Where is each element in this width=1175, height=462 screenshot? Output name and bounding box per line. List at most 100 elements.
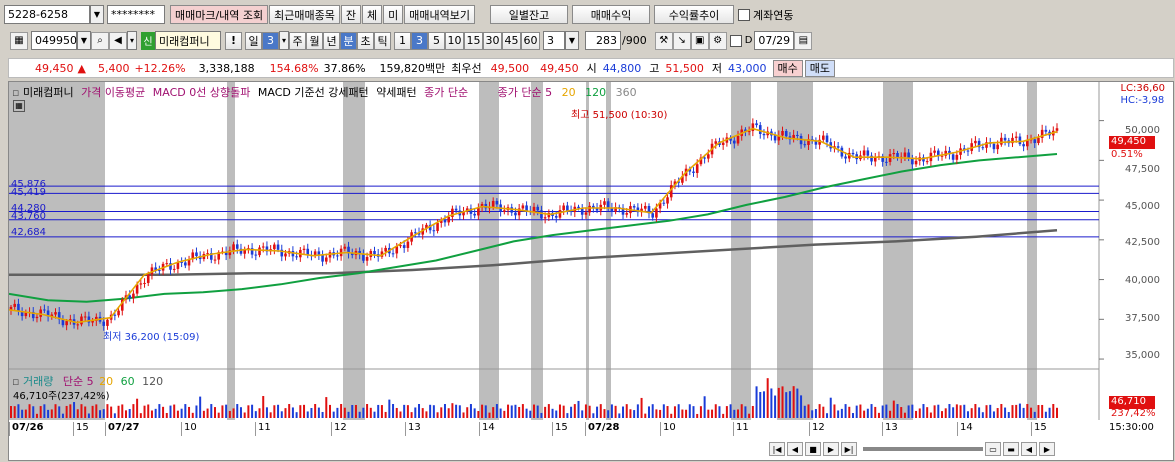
volume-bar <box>766 378 769 418</box>
interval-3[interactable]: 3 <box>411 31 428 50</box>
volume-bar <box>228 410 231 418</box>
candle-up <box>436 222 439 231</box>
bar-count-input[interactable]: 283 <box>585 31 621 50</box>
volume-bar <box>128 408 131 418</box>
account-dropdown-icon[interactable]: ▼ <box>90 5 104 24</box>
date-checkbox[interactable] <box>729 34 742 47</box>
volume-bar <box>429 404 432 418</box>
recent-items-button[interactable]: 최근매매종목 <box>269 5 340 24</box>
period-dropdown-icon[interactable]: ▾ <box>279 31 289 50</box>
interval-dropdown-icon[interactable]: ▼ <box>565 31 579 50</box>
x-tick-label: 15 <box>552 422 568 436</box>
date-input[interactable]: 07/29 <box>754 31 795 50</box>
candle-down <box>951 154 955 160</box>
volume-bar <box>955 404 958 418</box>
stock-name-field: 미래컴퍼니 <box>155 31 221 50</box>
period-day-count[interactable]: 3 <box>262 31 279 50</box>
candle-down <box>362 254 365 261</box>
buy-button[interactable]: 매수 <box>772 59 803 77</box>
period-day[interactable]: 일 <box>245 31 262 50</box>
scroll-right-icon[interactable]: ▶ <box>1039 442 1055 456</box>
candle-down <box>373 250 376 255</box>
volume-bar <box>599 404 602 418</box>
interval-input[interactable]: 3 <box>543 31 565 50</box>
zoom-slider[interactable] <box>863 447 983 451</box>
scroll-left-icon[interactable]: ◀ <box>1021 442 1037 456</box>
code-dropdown-icon[interactable]: ▼ <box>77 31 91 50</box>
volume-bar <box>870 404 873 418</box>
volume-bar <box>32 406 35 418</box>
filled-button[interactable]: 체 <box>362 5 383 24</box>
volume-bar <box>837 410 840 418</box>
candle-up <box>503 210 506 212</box>
balance-button[interactable]: 잔 <box>340 5 362 24</box>
period-month[interactable]: 월 <box>306 31 323 50</box>
volume-bar <box>395 407 398 418</box>
first-icon[interactable]: |◀ <box>769 442 785 456</box>
daily-balance-button[interactable]: 일별잔고 <box>490 5 569 24</box>
period-minute[interactable]: 분 <box>340 31 357 50</box>
volume-bar <box>1041 404 1044 418</box>
trade-history-button[interactable]: 매매내역보기 <box>404 5 476 24</box>
alert-icon[interactable]: ! <box>225 31 242 50</box>
volume-bar <box>143 405 146 418</box>
chart-panel[interactable]: ▫ 미래컴퍼니 가격 이동평균 MACD 0선 상향돌파 MACD 기준선 강세… <box>8 81 1174 461</box>
zoom-out-icon[interactable]: ▭ <box>985 442 1001 456</box>
candle-down <box>254 254 258 256</box>
grid-toggle-icon[interactable]: ▦ <box>13 100 25 112</box>
period-week[interactable]: 주 <box>289 31 306 50</box>
volume-bar <box>406 405 409 418</box>
interval-1[interactable]: 1 <box>394 31 411 50</box>
indicator-icon[interactable]: ⚒ <box>654 31 673 50</box>
sell-button[interactable]: 매도 <box>804 59 836 77</box>
stock-code-input[interactable]: 049950 <box>31 31 77 50</box>
speaker-dropdown-icon[interactable]: ▾ <box>127 31 137 50</box>
volume-bar <box>866 408 869 418</box>
calendar-icon[interactable]: ▤ <box>794 31 813 50</box>
volume-bar <box>384 411 387 418</box>
interval-5[interactable]: 5 <box>428 31 445 50</box>
account-link-checkbox[interactable] <box>738 8 751 21</box>
interval-30[interactable]: 30 <box>483 31 502 50</box>
last-icon[interactable]: ▶| <box>841 442 857 456</box>
trade-profit-button[interactable]: 매매수익 <box>572 5 651 24</box>
volume-ma60: 60 <box>120 375 135 388</box>
layout-icon[interactable]: ▦ <box>10 31 28 50</box>
price-chart-svg[interactable] <box>9 82 1175 462</box>
interval-45[interactable]: 45 <box>502 31 521 50</box>
return-trend-button[interactable]: 수익률추이 <box>654 5 735 24</box>
next-icon[interactable]: ▶ <box>823 442 839 456</box>
volume-bar <box>996 408 999 418</box>
volume-bar <box>21 409 24 418</box>
volume-bar <box>673 406 676 418</box>
period-tick[interactable]: 틱 <box>374 31 391 50</box>
zoom-in-icon[interactable]: ▬ <box>1003 442 1019 456</box>
interval-10[interactable]: 10 <box>445 31 464 50</box>
volume-bar <box>514 404 517 418</box>
prev-icon[interactable]: ◀ <box>787 442 803 456</box>
candle-down <box>402 245 406 248</box>
save-icon[interactable]: ▣ <box>690 31 709 50</box>
account-select[interactable]: 5228-6258 <box>4 5 90 24</box>
interval-60[interactable]: 60 <box>521 31 540 50</box>
gear-icon[interactable]: ⚙ <box>708 31 727 50</box>
draw-line-icon[interactable]: ↘ <box>672 31 691 50</box>
stop-icon[interactable]: ■ <box>805 442 821 456</box>
speaker-icon[interactable]: ◀ <box>109 31 127 50</box>
volume-bar <box>466 407 469 418</box>
trade-mark-button[interactable]: 매매마크/내역 조회 <box>170 5 269 24</box>
period-second[interactable]: 초 <box>357 31 374 50</box>
password-field[interactable]: ******** <box>107 5 165 24</box>
volume-bar <box>503 410 506 418</box>
volume-bar <box>43 404 46 418</box>
volume-bar <box>432 405 435 418</box>
candle-down <box>102 321 106 326</box>
unfilled-button[interactable]: 미 <box>383 5 404 24</box>
volume-bar <box>770 388 773 418</box>
interval-15[interactable]: 15 <box>464 31 483 50</box>
search-icon[interactable]: ⌕ <box>91 31 109 50</box>
period-year[interactable]: 년 <box>323 31 340 50</box>
volume-bar <box>796 388 799 418</box>
candle-down <box>981 147 985 149</box>
volume-bar <box>399 411 402 418</box>
